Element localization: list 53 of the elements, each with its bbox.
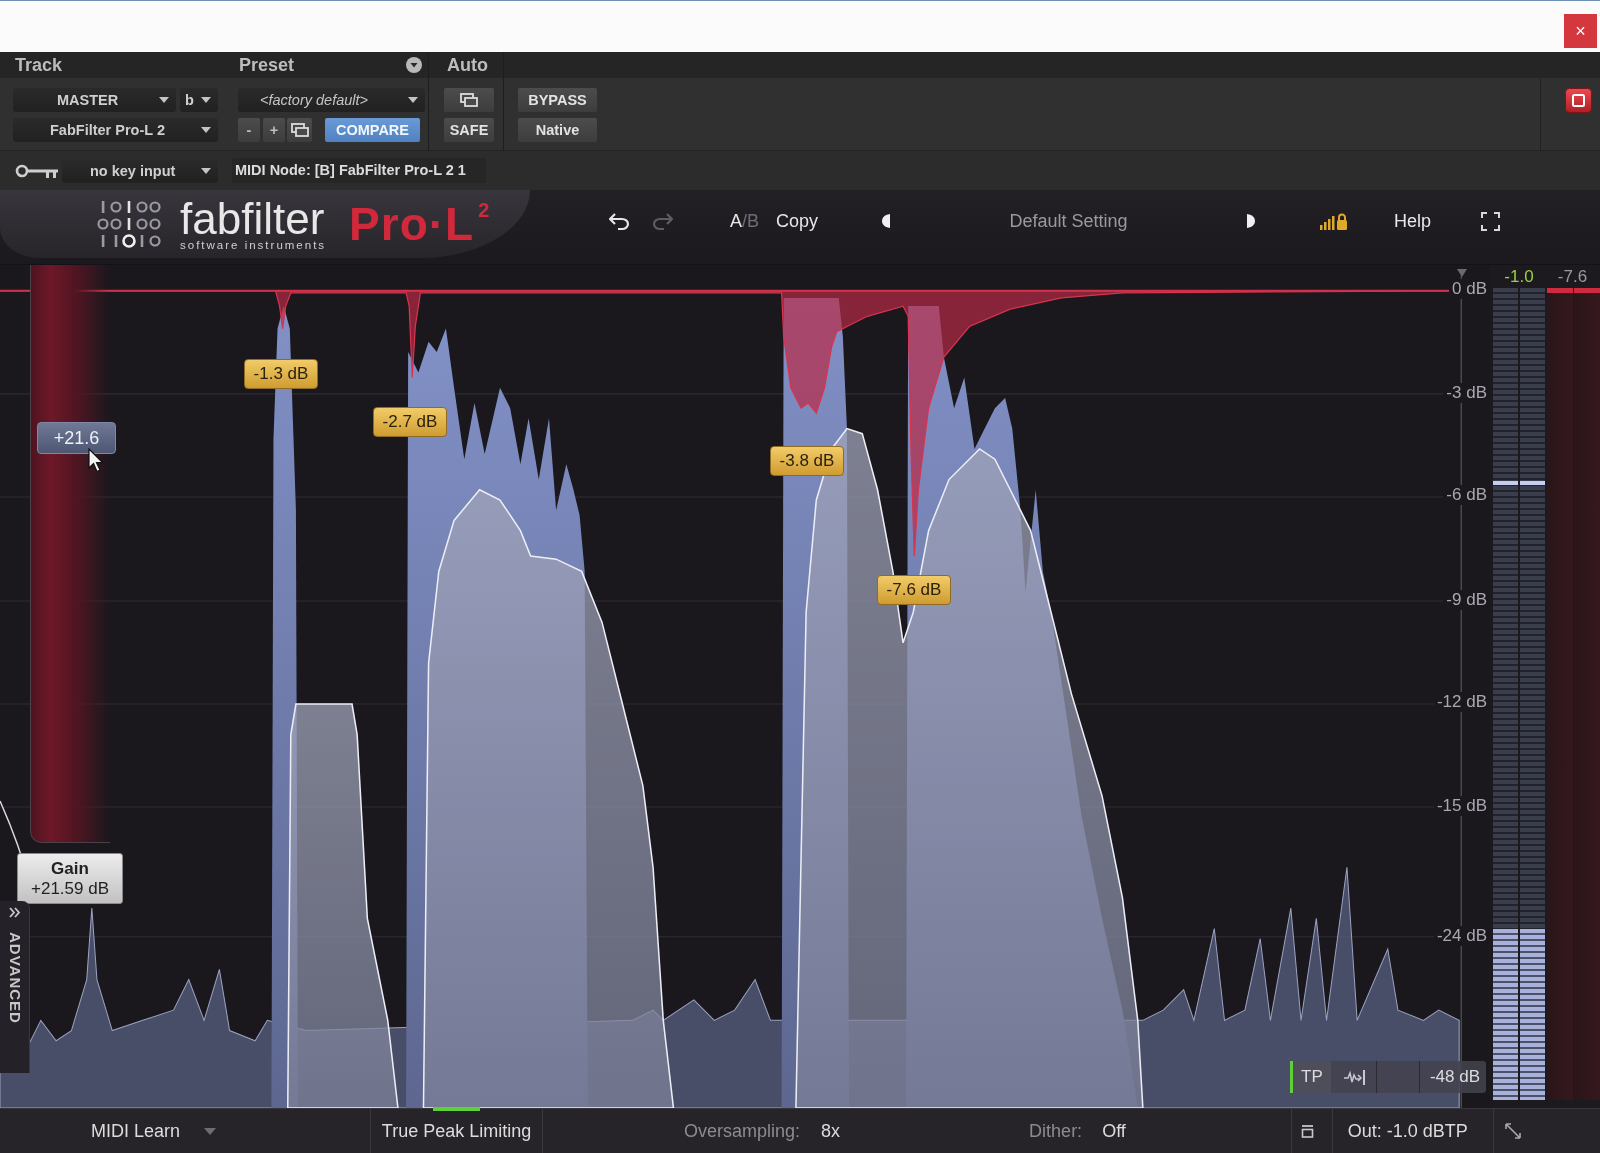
track-label: Track [15,55,63,75]
caret-icon [408,97,418,103]
reduction-peak-value: -7.6 [1556,266,1589,287]
brand-tagline: software instruments [180,238,327,252]
caret-circle-icon[interactable] [406,57,422,73]
bypass-button[interactable]: BYPASS [518,88,597,112]
window-button[interactable] [444,88,494,112]
midi-node-label: MIDI Node: [B] FabFilter Pro-L 2 1 [232,158,486,183]
output-level-button[interactable]: Out: -1.0 dBTP [1347,1120,1468,1142]
oversampling-label: Oversampling: [684,1120,801,1142]
left-arrow-icon[interactable] [881,213,892,229]
slash-separator: / [742,210,748,232]
preset-select[interactable]: <factory default> [238,88,425,112]
close-button[interactable]: × [1564,14,1597,48]
stacked-windows-icon [460,93,478,107]
preset-step-button[interactable]: - [238,118,260,142]
product-name: Pro·L$^{2}$ [349,200,491,248]
midi-learn-button[interactable]: MIDI Learn [91,1120,181,1142]
panel-icon[interactable] [1300,1124,1314,1138]
logo-icon [97,199,161,249]
plugin-select[interactable]: FabFilter Pro-L 2 [13,118,218,142]
redo-icon[interactable] [651,211,675,231]
auto-label: Auto [447,55,488,75]
dither-label: Dither: [1029,1120,1083,1142]
caret-icon [159,97,169,103]
preset-name-button[interactable]: Default Setting [891,210,1247,232]
caret-icon [201,127,211,133]
stacked-windows-icon [290,123,309,137]
undo-icon[interactable] [607,211,631,231]
track-select[interactable]: MASTER [13,88,176,112]
ab-option[interactable]: A [730,210,742,232]
channel-select[interactable]: b [180,88,218,112]
native-button[interactable]: Native [518,118,597,142]
caret-icon[interactable] [204,1127,217,1135]
window-button[interactable] [287,118,312,142]
square-icon[interactable] [1565,87,1592,113]
brand-name: fabfilter [180,200,326,238]
output-peak-value: -1.0 [1503,266,1535,287]
true-peak-button[interactable]: True Peak Limiting [371,1109,543,1153]
preset-label: Preset [239,55,295,75]
caret-icon [201,97,211,103]
key-icon [15,162,59,179]
help-button[interactable]: Help [1394,210,1432,232]
fullscreen-icon[interactable] [1481,211,1501,231]
copy-button[interactable]: Copy [776,210,819,232]
caret-icon [201,167,211,174]
dither-dropdown[interactable]: Off [1102,1120,1126,1142]
right-arrow-icon[interactable] [1246,213,1257,229]
safe-button[interactable]: SAFE [444,118,494,142]
bars-lock-icon[interactable] [1320,212,1348,230]
preset-step-button[interactable]: + [263,118,285,142]
resize-arrows-icon[interactable] [1503,1122,1522,1140]
oversampling-dropdown[interactable]: 8x [821,1120,841,1142]
